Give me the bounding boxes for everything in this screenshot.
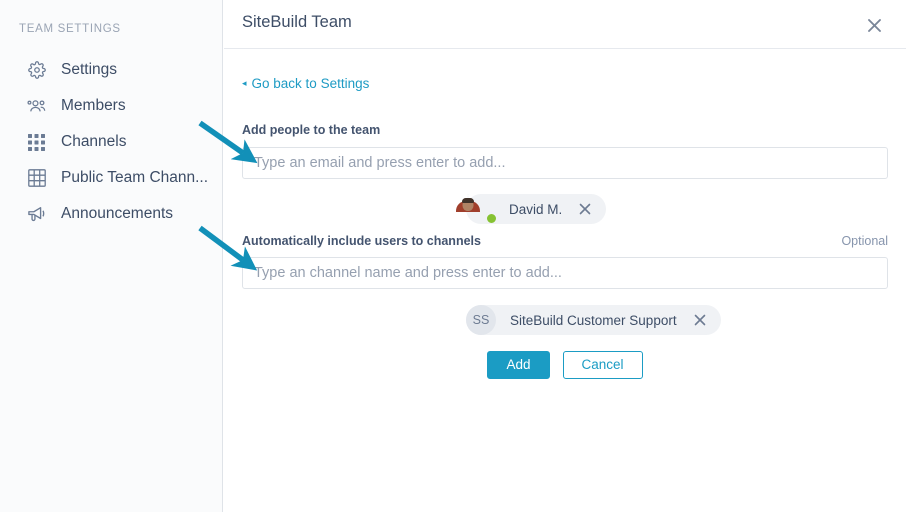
sidebar-nav: Settings Members Channels Public Team Ch… — [0, 52, 222, 232]
channels-optional-label: Optional — [841, 234, 888, 248]
sidebar-item-public-team-channels[interactable]: Public Team Chann... — [0, 160, 222, 196]
channel-chip-label: SiteBuild Customer Support — [510, 312, 677, 328]
add-people-label: Add people to the team — [242, 123, 381, 137]
channels-label-row: Automatically include users to channels … — [242, 234, 888, 248]
remove-channel-close-icon[interactable] — [691, 311, 709, 329]
sidebar-item-settings[interactable]: Settings — [0, 52, 222, 88]
table-grid-icon — [26, 168, 47, 189]
team-settings-panel: SiteBuild Team ◂ Go back to Settings Add… — [224, 0, 906, 512]
person-chip[interactable]: David M. — [456, 194, 607, 224]
sidebar-item-announcements[interactable]: Announcements — [0, 196, 222, 232]
sidebar-item-members[interactable]: Members — [0, 88, 222, 124]
gear-icon — [26, 60, 47, 81]
grid-squares-icon — [26, 132, 47, 153]
people-icon — [26, 96, 47, 117]
close-icon[interactable] — [863, 14, 885, 36]
dialog-button-row: Add Cancel — [224, 351, 906, 379]
sidebar-heading: TEAM SETTINGS — [19, 23, 121, 35]
email-input[interactable] — [242, 147, 888, 179]
channels-label: Automatically include users to channels — [242, 234, 481, 248]
sidebar-item-label: Public Team Chann... — [61, 169, 209, 186]
sidebar-item-label: Announcements — [61, 205, 174, 222]
caret-left-icon: ◂ — [242, 78, 247, 88]
sidebar-item-channels[interactable]: Channels — [0, 124, 222, 160]
megaphone-icon — [26, 204, 47, 225]
remove-person-close-icon[interactable] — [576, 200, 594, 218]
go-back-link-label: Go back to Settings — [251, 76, 370, 91]
person-chip-label: David M. — [509, 201, 563, 217]
channel-initials-avatar: SS — [466, 305, 496, 335]
panel-header: SiteBuild Team — [224, 0, 906, 49]
cancel-button[interactable]: Cancel — [562, 351, 643, 379]
avatar — [456, 194, 497, 224]
sidebar-item-label: Settings — [61, 61, 118, 78]
add-button[interactable]: Add — [487, 351, 550, 379]
sidebar-item-label: Channels — [61, 133, 127, 150]
sidebar: TEAM SETTINGS Settings Members Channels … — [0, 0, 223, 512]
go-back-link[interactable]: ◂ Go back to Settings — [242, 76, 369, 91]
online-status-dot — [486, 213, 497, 224]
sidebar-item-label: Members — [61, 97, 126, 114]
add-people-label-row: Add people to the team — [242, 123, 888, 137]
page-title: SiteBuild Team — [242, 13, 352, 31]
channel-input[interactable] — [242, 257, 888, 289]
channel-chip[interactable]: SS SiteBuild Customer Support — [466, 305, 721, 335]
